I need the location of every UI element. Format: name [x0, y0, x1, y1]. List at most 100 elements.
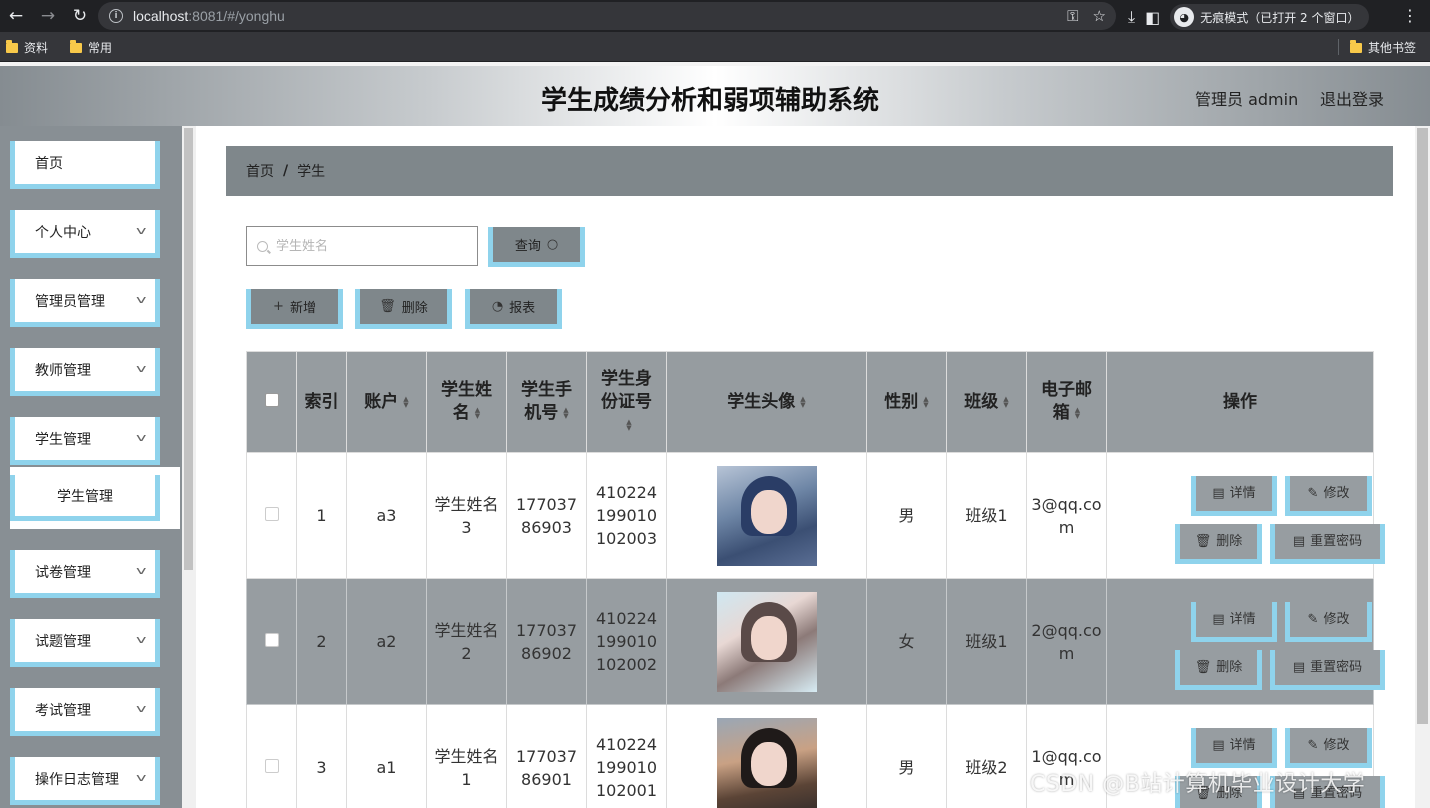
detail-button[interactable]: ▤ 详情: [1191, 601, 1277, 642]
main-content: 首页 / 学生 查询○ +新增 🗑删除 ◔报表 索引 账户▲▼ 学生姓名▲▼ 学…: [196, 126, 1415, 808]
sort-icon[interactable]: ▲ ▼: [563, 407, 568, 420]
cell-index: 2: [296, 578, 347, 705]
menu-icon[interactable]: ⋮: [1402, 6, 1418, 25]
sort-icon[interactable]: ▲ ▼: [626, 418, 631, 431]
cell-index: 3: [296, 704, 347, 808]
cell-account: a1: [346, 704, 427, 808]
incognito-badge[interactable]: ◕ 无痕模式（已打开 2 个窗口）: [1170, 4, 1370, 30]
back-icon[interactable]: ←: [4, 4, 28, 28]
edit-icon: ✎: [1307, 485, 1319, 501]
table-row: 2 a2 学生姓名2 17703786902 41022419901010200…: [246, 578, 1385, 705]
cell-class: 班级1: [946, 578, 1027, 705]
breadcrumb-separator: /: [283, 163, 289, 179]
delete-button[interactable]: 🗑 删除: [1175, 649, 1262, 690]
forward-icon[interactable]: →: [36, 4, 60, 28]
bookmark-folder[interactable]: 常用: [70, 39, 112, 56]
cell-idcard: 410224199010102002: [586, 578, 667, 705]
row-checkbox[interactable]: [264, 633, 279, 647]
chevron-down-icon: v: [136, 362, 147, 375]
cell-avatar: [666, 578, 867, 705]
avatar[interactable]: [716, 591, 817, 692]
sidepanel-icon[interactable]: ◧: [1145, 8, 1160, 27]
document-icon: ▤: [1212, 737, 1225, 753]
logout-link[interactable]: 退出登录: [1320, 86, 1384, 110]
col-idcard[interactable]: 学生身份证号 ▲ ▼: [586, 351, 667, 453]
sidebar-item-teacher[interactable]: 教师管理 v: [10, 348, 160, 396]
sort-icon[interactable]: ▲ ▼: [1003, 395, 1008, 408]
trash-icon: 🗑: [379, 299, 396, 314]
cell-email: 2@qq.com: [1026, 578, 1107, 705]
main-scroll-thumb[interactable]: [1417, 128, 1428, 724]
incognito-icon: ◕: [1174, 7, 1195, 27]
edit-icon: ✎: [1307, 611, 1319, 627]
student-table: 索引 账户 ▲ ▼ 学生姓名 ▲ ▼ 学生手机号 ▲ ▼ 学生身份证号 ▲ ▼ 学生头像 ▲ ▼ 性…: [246, 351, 1385, 808]
cell-avatar: [666, 452, 867, 579]
sort-icon[interactable]: ▲ ▼: [1075, 407, 1080, 420]
star-icon[interactable]: ☆: [1093, 7, 1106, 25]
cell-gender: 女: [866, 578, 947, 705]
site-info-icon[interactable]: i: [109, 9, 123, 23]
address-bar[interactable]: i localhost:8081/#/yonghu ⚿ ☆: [98, 2, 1116, 30]
avatar[interactable]: [716, 465, 817, 566]
search-input[interactable]: [276, 238, 456, 254]
bookmarks-bar: 资料 常用 其他书签: [0, 32, 1430, 62]
sidebar-item-student[interactable]: 学生管理 v: [10, 417, 160, 465]
edit-button[interactable]: ✎ 修改: [1285, 727, 1372, 768]
sidebar-item-question[interactable]: 试题管理 v: [10, 619, 160, 667]
edit-button[interactable]: ✎ 修改: [1285, 601, 1372, 642]
col-index: 索引: [296, 351, 347, 453]
sidebar-item-home[interactable]: 首页: [10, 141, 160, 189]
cell-email: 3@qq.com: [1026, 452, 1107, 579]
delete-button[interactable]: 🗑 删除: [1175, 523, 1262, 564]
col-name[interactable]: 学生姓名 ▲ ▼: [426, 351, 507, 453]
table-header-row: 索引 账户 ▲ ▼ 学生姓名 ▲ ▼ 学生手机号 ▲ ▼ 学生身份证号 ▲ ▼ 学生头像 ▲ ▼ 性…: [246, 351, 1374, 453]
reset-password-button[interactable]: ▤ 重置密码: [1270, 649, 1385, 690]
document-icon: ▤: [1212, 611, 1225, 627]
breadcrumb-home[interactable]: 首页: [246, 161, 274, 181]
key-icon[interactable]: ⚿: [1067, 7, 1078, 25]
col-email[interactable]: 电子邮箱 ▲ ▼: [1026, 351, 1107, 453]
bookmark-folder[interactable]: 资料: [6, 39, 48, 56]
query-button[interactable]: 查询 ○: [488, 227, 585, 267]
col-phone[interactable]: 学生手机号 ▲ ▼: [506, 351, 587, 453]
col-class[interactable]: 班级 ▲ ▼: [946, 351, 1027, 453]
cell-name: 学生姓名1: [426, 704, 507, 808]
sort-icon[interactable]: ▲ ▼: [800, 395, 805, 408]
search-icon: ○: [546, 237, 559, 252]
sidebar-item-exam[interactable]: 考试管理 v: [10, 688, 160, 736]
browser-toolbar: ← → ↻ i localhost:8081/#/yonghu ⚿ ☆ ⤓ ◧ …: [0, 0, 1430, 32]
trash-icon: 🗑: [1194, 659, 1212, 675]
detail-button[interactable]: ▤ 详情: [1191, 727, 1277, 768]
reload-icon[interactable]: ↻: [68, 4, 92, 28]
col-account[interactable]: 账户 ▲ ▼: [346, 351, 427, 453]
sidebar-scroll-thumb[interactable]: [184, 128, 193, 570]
sidebar-subitem-student[interactable]: 学生管理: [10, 475, 160, 521]
sidebar-item-paper[interactable]: 试卷管理 v: [10, 550, 160, 598]
cell-class: 班级2: [946, 704, 1027, 808]
col-avatar[interactable]: 学生头像 ▲ ▼: [666, 351, 867, 453]
col-gender[interactable]: 性别 ▲ ▼: [866, 351, 947, 453]
select-all-checkbox[interactable]: [264, 392, 279, 407]
sidebar-item-log[interactable]: 操作日志管理 v: [10, 757, 160, 805]
batch-delete-button[interactable]: 🗑 删除: [355, 289, 452, 329]
sort-icon[interactable]: ▲ ▼: [475, 407, 480, 420]
other-bookmarks[interactable]: 其他书签: [1350, 39, 1416, 56]
edit-button[interactable]: ✎ 修改: [1285, 475, 1372, 516]
report-button[interactable]: ◔ 报表: [465, 289, 562, 329]
document-icon: ▤: [1292, 659, 1306, 675]
sidebar-item-profile[interactable]: 个人中心 v: [10, 210, 160, 258]
detail-button[interactable]: ▤ 详情: [1191, 475, 1277, 516]
cell-phone: 17703786902: [506, 578, 587, 705]
sort-icon[interactable]: ▲ ▼: [923, 395, 928, 408]
row-checkbox[interactable]: [264, 759, 279, 773]
student-name-search[interactable]: [246, 226, 478, 266]
avatar[interactable]: [716, 717, 817, 808]
download-icon[interactable]: ⤓: [1128, 7, 1135, 27]
reset-password-button[interactable]: ▤ 重置密码: [1270, 523, 1385, 564]
sort-icon[interactable]: ▲ ▼: [403, 395, 408, 408]
select-all-cell: [246, 351, 297, 453]
add-button[interactable]: + 新增: [246, 289, 343, 329]
table-row: 1 a3 学生姓名3 17703786903 41022419901010200…: [246, 452, 1385, 579]
sidebar-item-admin[interactable]: 管理员管理 v: [10, 279, 160, 327]
row-checkbox[interactable]: [264, 507, 279, 521]
